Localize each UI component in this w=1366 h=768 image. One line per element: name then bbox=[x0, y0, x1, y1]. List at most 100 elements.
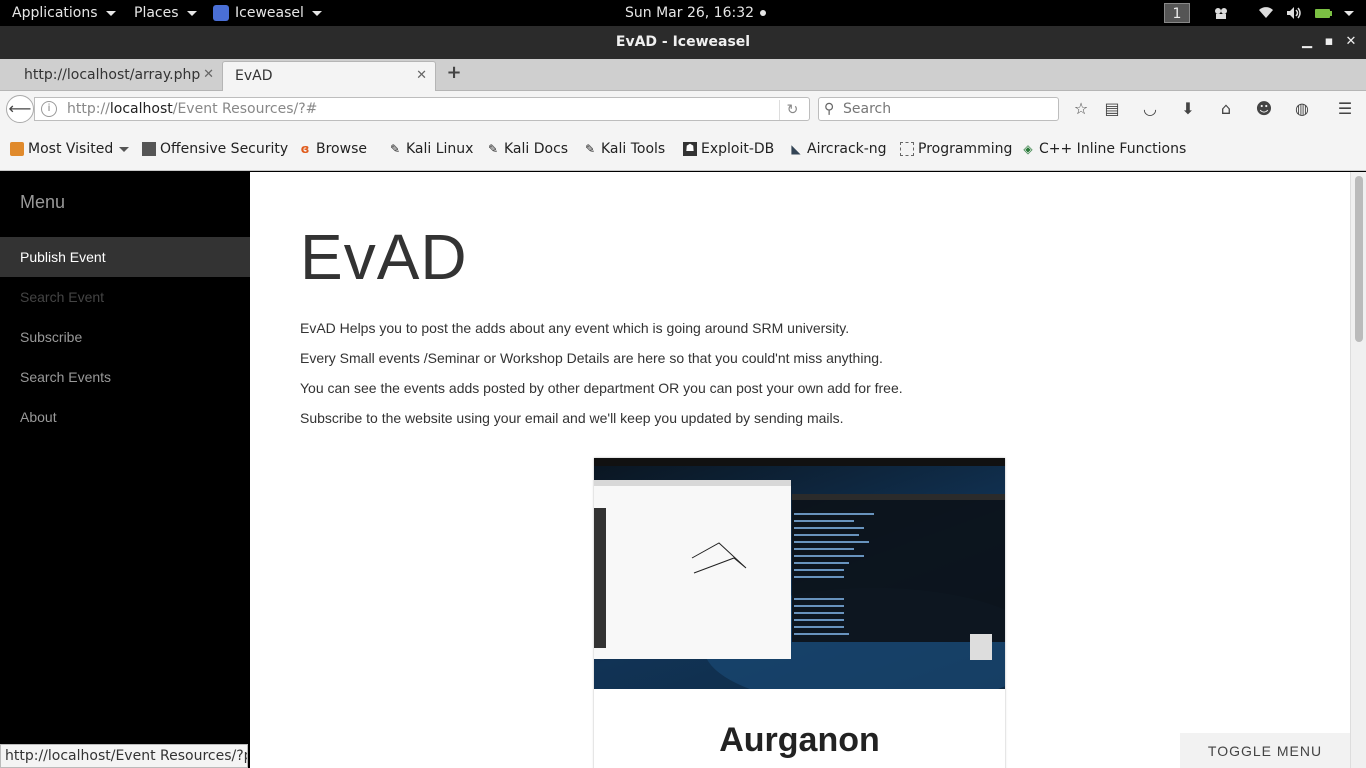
bookmark-label: Kali Tools bbox=[601, 141, 666, 157]
bookmarks-toolbar: Most Visited Offensive Security ɞ Browse… bbox=[0, 127, 1366, 171]
sidebar-item-about[interactable]: About bbox=[0, 397, 250, 437]
main-content: EvAD EvAD Helps you to post the adds abo… bbox=[250, 172, 1350, 768]
globe-icon[interactable]: ◍ bbox=[1292, 99, 1312, 119]
search-icon: ⚲ bbox=[824, 101, 835, 117]
toggle-menu-button[interactable]: TOGGLE MENU bbox=[1180, 733, 1350, 768]
maximize-icon[interactable]: ▪ bbox=[1321, 34, 1337, 50]
kali-icon: ✎ bbox=[487, 142, 499, 156]
tab-label: EvAD bbox=[235, 68, 273, 84]
page-scrollbar[interactable] bbox=[1350, 172, 1366, 768]
window-title: EvAD - Iceweasel bbox=[615, 34, 751, 50]
bookmark-label: Browse bbox=[316, 141, 367, 157]
chevron-down-icon bbox=[119, 146, 130, 152]
battery-icon[interactable] bbox=[1314, 5, 1334, 21]
kali-icon: ✎ bbox=[389, 142, 401, 156]
chevron-down-icon bbox=[186, 10, 197, 16]
app-menu[interactable]: Iceweasel bbox=[213, 0, 322, 26]
gnome-top-bar: Applications Places Iceweasel Sun Mar 26… bbox=[0, 0, 1366, 26]
bookmark-exploit-db[interactable]: ☗ Exploit-DB bbox=[683, 140, 774, 158]
home-icon[interactable]: ⌂ bbox=[1216, 99, 1236, 119]
scrollbar-thumb[interactable] bbox=[1355, 176, 1363, 342]
search-placeholder: Search bbox=[843, 101, 892, 117]
tab-label: http://localhost/array.php bbox=[24, 67, 201, 83]
chat-icon[interactable]: ☻ bbox=[1254, 99, 1274, 119]
bookmark-offensive-security[interactable]: Offensive Security bbox=[142, 140, 288, 158]
intro-paragraph: You can see the events adds posted by ot… bbox=[300, 380, 903, 396]
back-arrow-icon[interactable]: ⟵ bbox=[6, 95, 34, 123]
clock-label: Sun Mar 26, 16:32 bbox=[625, 5, 755, 21]
aircrack-icon: ◣ bbox=[791, 142, 801, 156]
bookmark-label: Kali Linux bbox=[406, 141, 474, 157]
reload-icon[interactable]: ↻ bbox=[779, 100, 805, 120]
url-host: localhost bbox=[109, 101, 173, 117]
volume-icon[interactable] bbox=[1286, 5, 1302, 21]
url-path: /Event Resources/?# bbox=[172, 101, 318, 117]
chevron-down-icon bbox=[311, 10, 322, 16]
event-card-title: Aurganon bbox=[719, 721, 880, 759]
event-card[interactable]: Aurganon bbox=[594, 458, 1005, 768]
navigation-toolbar: ⟵ i http://localhost/Event Resources/?# … bbox=[0, 91, 1366, 127]
close-icon[interactable]: ✕ bbox=[1343, 34, 1359, 50]
bookmark-cpp-inline[interactable]: ◈ C++ Inline Functions bbox=[1021, 140, 1186, 158]
bookmark-kali-tools[interactable]: ✎ Kali Tools bbox=[583, 140, 665, 158]
bookmark-kali-linux[interactable]: ✎ Kali Linux bbox=[388, 140, 474, 158]
applications-menu[interactable]: Applications bbox=[12, 0, 116, 26]
bookmark-browse[interactable]: ɞ Browse bbox=[298, 140, 367, 158]
bookmark-label: Most Visited bbox=[28, 141, 114, 157]
intro-paragraph: Every Small events /Seminar or Workshop … bbox=[300, 350, 883, 366]
new-tab-icon[interactable]: + bbox=[444, 63, 464, 83]
exploitdb-icon: ☗ bbox=[683, 142, 697, 156]
camera-icon bbox=[1215, 8, 1227, 19]
pocket-icon[interactable]: ◡ bbox=[1140, 99, 1160, 119]
bookmark-aircrack-ng[interactable]: ◣ Aircrack-ng bbox=[789, 140, 887, 158]
bookmark-label: Aircrack-ng bbox=[807, 141, 887, 157]
sidebar-item-publish-event[interactable]: Publish Event bbox=[0, 237, 250, 277]
tab-evad[interactable]: EvAD ✕ bbox=[222, 61, 436, 91]
bookmark-label: Programming bbox=[918, 141, 1013, 157]
intro-paragraph: EvAD Helps you to post the adds about an… bbox=[300, 320, 850, 336]
search-input[interactable]: ⚲ Search bbox=[818, 97, 1059, 121]
wifi-icon[interactable] bbox=[1258, 5, 1274, 21]
bookmark-programming[interactable]: Programming bbox=[900, 140, 1012, 158]
notification-dot-icon bbox=[760, 10, 767, 16]
tab-close-icon[interactable]: ✕ bbox=[416, 62, 427, 90]
download-arrow-icon[interactable]: ⬇ bbox=[1178, 99, 1198, 119]
places-menu[interactable]: Places bbox=[134, 0, 197, 26]
folder-icon bbox=[10, 142, 24, 156]
tab-close-icon[interactable]: ✕ bbox=[203, 61, 214, 89]
system-menu-chevron-icon[interactable] bbox=[1344, 11, 1354, 16]
event-image bbox=[594, 458, 1005, 689]
url-prefix: http:// bbox=[67, 101, 110, 117]
bookmark-label: Exploit-DB bbox=[701, 141, 775, 157]
tab-strip: http://localhost/array.php ✕ EvAD ✕ bbox=[0, 59, 1366, 91]
desktop-screenshot-thumbnail bbox=[594, 458, 1005, 689]
window-titlebar: EvAD - Iceweasel ▁ ▪ ✕ bbox=[0, 26, 1366, 59]
places-label: Places bbox=[134, 5, 179, 21]
sidebar-item-search-event[interactable]: Search Event bbox=[0, 277, 250, 317]
chevron-down-icon bbox=[105, 10, 116, 16]
sidebar: Menu Publish Event Search Event Subscrib… bbox=[0, 172, 250, 768]
bookmark-star-icon[interactable]: ☆ bbox=[1071, 99, 1091, 119]
hamburger-menu-icon[interactable]: ☰ bbox=[1335, 99, 1355, 119]
sidebar-brand[interactable]: Menu bbox=[20, 192, 65, 213]
iceweasel-icon bbox=[213, 5, 229, 21]
web-page: Menu Publish Event Search Event Subscrib… bbox=[0, 172, 1366, 768]
bookmark-kali-docs[interactable]: ✎ Kali Docs bbox=[486, 140, 568, 158]
sidebar-item-search-events[interactable]: Search Events bbox=[0, 357, 250, 397]
page-title: EvAD bbox=[300, 221, 468, 293]
browse-icon: ɞ bbox=[300, 142, 310, 156]
sidebar-item-subscribe[interactable]: Subscribe bbox=[0, 317, 250, 357]
minimize-icon[interactable]: ▁ bbox=[1299, 34, 1315, 50]
site-info-icon[interactable]: i bbox=[41, 101, 57, 117]
bookmark-label: C++ Inline Functions bbox=[1039, 141, 1187, 157]
clock[interactable]: Sun Mar 26, 16:32 bbox=[625, 0, 767, 26]
tab-array-php[interactable]: http://localhost/array.php ✕ bbox=[0, 61, 222, 91]
bookmark-label: Offensive Security bbox=[160, 141, 289, 157]
url-bar[interactable]: i http://localhost/Event Resources/?# ↻ bbox=[34, 97, 810, 121]
workspace-indicator[interactable]: 1 bbox=[1164, 3, 1190, 23]
reading-list-icon[interactable]: ▤ bbox=[1102, 99, 1122, 119]
bookmark-most-visited[interactable]: Most Visited bbox=[10, 140, 130, 158]
intro-paragraph: Subscribe to the website using your emai… bbox=[300, 410, 844, 426]
status-bar-link-preview: http://localhost/Event Resources/?pe bbox=[0, 744, 248, 768]
offsec-icon bbox=[142, 142, 156, 156]
